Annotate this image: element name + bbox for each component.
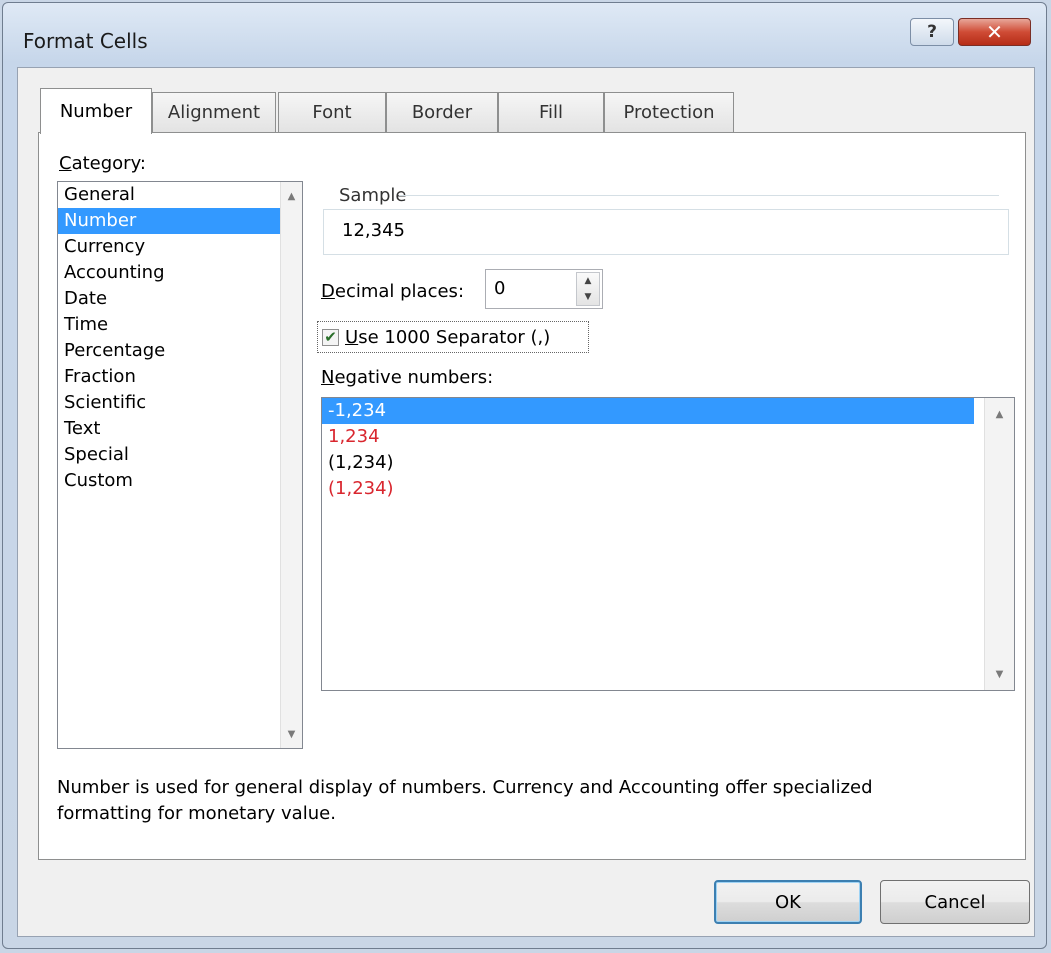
scroll-up-arrow-icon[interactable]: ▲ [985, 402, 1014, 426]
ok-button[interactable]: OK [714, 880, 862, 924]
list-item[interactable]: 1,234 [322, 424, 1014, 450]
list-item[interactable]: Special [58, 442, 302, 468]
list-item[interactable]: (1,234) [322, 450, 1014, 476]
negative-numbers-list[interactable]: -1,234 1,234 (1,234) (1,234) ▲ ▼ [321, 397, 1015, 691]
tab-fill[interactable]: Fill [498, 92, 604, 132]
separator-label: Use 1000 Separator (,) [345, 327, 550, 348]
spin-buttons[interactable]: ▲ ▼ [576, 272, 600, 306]
category-label: Category: [59, 153, 146, 174]
list-item[interactable]: Fraction [58, 364, 302, 390]
list-item[interactable]: Percentage [58, 338, 302, 364]
sample-label: Sample [339, 185, 407, 206]
list-item[interactable]: Currency [58, 234, 302, 260]
negative-numbers-scrollbar[interactable]: ▲ ▼ [984, 398, 1014, 690]
list-item[interactable]: Custom [58, 468, 302, 494]
list-item[interactable]: Time [58, 312, 302, 338]
scroll-down-arrow-icon[interactable]: ▼ [281, 722, 302, 746]
tab-label: Font [312, 102, 352, 123]
decimal-places-hotkey: D [321, 281, 335, 302]
category-scrollbar[interactable]: ▲ ▼ [280, 182, 302, 748]
tab-label: Protection [623, 102, 715, 123]
negative-numbers-hotkey: N [321, 367, 335, 388]
list-item[interactable]: Number [58, 208, 302, 234]
tab-protection[interactable]: Protection [604, 92, 734, 132]
cancel-button[interactable]: Cancel [880, 880, 1030, 924]
close-button[interactable]: ✕ [958, 18, 1031, 46]
spin-down-icon[interactable]: ▼ [577, 289, 599, 305]
decimal-places-label-text: ecimal places: [334, 281, 465, 302]
cancel-label: Cancel [924, 891, 986, 913]
tab-label: Fill [538, 102, 564, 123]
category-label-text: ategory: [71, 153, 146, 174]
negative-numbers-label-text: egative numbers: [334, 367, 494, 388]
category-description: Number is used for general display of nu… [57, 777, 873, 824]
list-item[interactable]: (1,234) [322, 476, 1014, 502]
separator-label-text: se 1000 Separator (,) [358, 326, 551, 348]
decimal-places-spinner[interactable]: 0 ▲ ▼ [485, 269, 603, 309]
sample-groupbox-line [399, 195, 999, 196]
tab-alignment[interactable]: Alignment [152, 92, 276, 132]
list-item[interactable]: -1,234 [322, 398, 974, 424]
negative-numbers-label: Negative numbers: [321, 367, 493, 388]
checkbox-icon[interactable]: ✔ [322, 328, 339, 346]
list-item[interactable]: Date [58, 286, 302, 312]
sample-value: 12,345 [342, 220, 405, 241]
use-1000-separator-checkbox[interactable]: ✔ Use 1000 Separator (,) [317, 321, 589, 353]
list-item[interactable]: Text [58, 416, 302, 442]
list-item[interactable]: General [58, 182, 302, 208]
help-icon: ? [927, 22, 937, 42]
tab-border[interactable]: Border [386, 92, 498, 132]
close-icon: ✕ [986, 20, 1003, 44]
category-hotkey: C [59, 153, 72, 174]
list-item[interactable]: Scientific [58, 390, 302, 416]
tab-label: Alignment [167, 102, 261, 123]
scroll-up-arrow-icon[interactable]: ▲ [281, 184, 302, 208]
list-item[interactable]: Accounting [58, 260, 302, 286]
sample-box: 12,345 [323, 209, 1009, 255]
format-cells-dialog: Format Cells ? ✕ Number Alignment Font B… [2, 2, 1047, 949]
tab-label: Number [59, 101, 133, 122]
scroll-down-arrow-icon[interactable]: ▼ [985, 662, 1014, 686]
spin-up-icon[interactable]: ▲ [577, 273, 599, 289]
separator-hotkey: U [345, 326, 359, 348]
category-list[interactable]: General Number Currency Accounting Date … [57, 181, 303, 749]
window-title: Format Cells [23, 29, 148, 53]
tab-font[interactable]: Font [278, 92, 386, 132]
decimal-places-label: Decimal places: [321, 281, 464, 302]
dialog-client-area: Number Alignment Font Border Fill Protec… [17, 67, 1035, 937]
decimal-places-input[interactable]: 0 [494, 278, 505, 299]
tab-number[interactable]: Number [40, 88, 152, 134]
tab-label: Border [411, 102, 473, 123]
help-button[interactable]: ? [910, 18, 954, 46]
ok-label: OK [775, 891, 801, 913]
number-tab-panel: Category: General Number Currency Accoun… [38, 132, 1026, 860]
